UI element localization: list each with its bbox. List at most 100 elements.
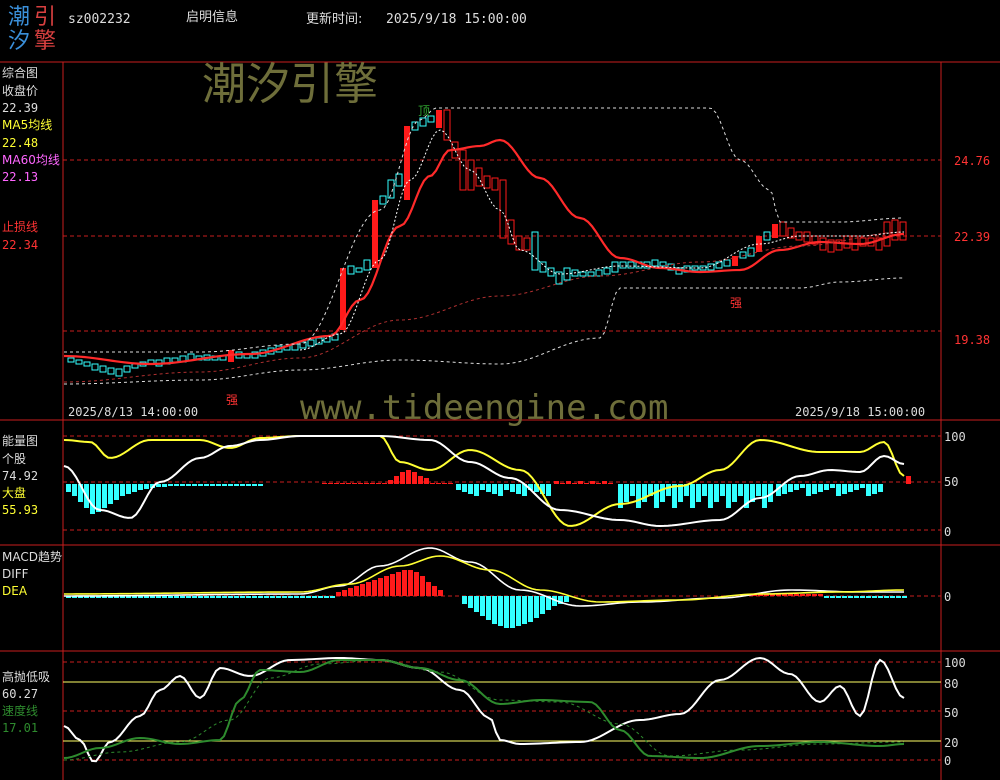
energy-bar-blue bbox=[708, 484, 713, 508]
candle-hollow bbox=[475, 167, 483, 187]
macd-bar-red bbox=[402, 570, 407, 596]
energy-bar-blue bbox=[216, 484, 221, 486]
macd-bar-blue bbox=[282, 596, 287, 598]
macd-bar-small bbox=[800, 594, 805, 596]
energy-bar-red bbox=[584, 483, 589, 484]
candle-hollow bbox=[819, 237, 827, 251]
energy-bar-blue bbox=[666, 484, 671, 496]
macd-bar-small bbox=[854, 596, 859, 598]
candle-up bbox=[436, 110, 442, 128]
energy-bar-blue bbox=[234, 484, 239, 486]
macd-bar-blue bbox=[318, 596, 323, 598]
energy-bar-blue bbox=[66, 484, 71, 492]
energy-axis-label: 100 bbox=[944, 430, 966, 444]
energy-bar-blue bbox=[222, 484, 227, 486]
macd-bar-red bbox=[384, 576, 389, 596]
url-watermark: www.tideengine.com bbox=[300, 388, 669, 428]
macd-bar-red bbox=[372, 580, 377, 596]
macd-bar-blue bbox=[312, 596, 317, 598]
energy-bar-blue bbox=[860, 484, 865, 488]
energy-bar-blue bbox=[186, 484, 191, 486]
energy-bar-blue bbox=[696, 484, 701, 502]
energy-bar-blue bbox=[96, 484, 101, 512]
energy-bar-blue bbox=[138, 484, 143, 490]
energy-bar-red bbox=[412, 472, 417, 484]
macd-bar-blue bbox=[174, 596, 179, 598]
candle-down bbox=[363, 259, 371, 271]
macd-bar-blue bbox=[192, 596, 197, 598]
macd-bar-small bbox=[842, 596, 847, 598]
energy-bar-blue bbox=[854, 484, 859, 490]
energy-bar-red bbox=[352, 483, 357, 484]
energy-bar-red bbox=[322, 483, 327, 484]
candle-down bbox=[307, 339, 315, 347]
hilo-value: 60.27 bbox=[2, 687, 39, 701]
candle-hollow bbox=[803, 231, 811, 243]
energy-bar-blue bbox=[690, 484, 695, 508]
macd-bar-blue bbox=[210, 596, 215, 598]
energy-axis-label: 50 bbox=[944, 475, 959, 489]
logo-char: 潮 bbox=[8, 5, 31, 30]
energy-bar-red bbox=[596, 483, 601, 484]
macd-bar-small bbox=[878, 596, 883, 598]
energy-bar-blue bbox=[474, 484, 479, 496]
energy-bar-blue bbox=[872, 484, 877, 494]
energy-bar-red bbox=[340, 483, 345, 484]
stoploss-value: 22.34 bbox=[2, 238, 39, 252]
energy-bar-blue bbox=[812, 484, 817, 494]
energy-bar-blue bbox=[162, 484, 167, 487]
energy-bar-blue bbox=[756, 484, 761, 496]
candle-down bbox=[603, 267, 611, 275]
logo-char: 擎 bbox=[34, 29, 57, 54]
macd-bar-small bbox=[794, 594, 799, 596]
macd-bar-blue bbox=[324, 596, 329, 598]
energy-bar-red bbox=[560, 483, 565, 484]
macd-bar-blue bbox=[144, 596, 149, 598]
macd-bar-blue bbox=[234, 596, 239, 598]
macd-bar-blue bbox=[474, 596, 479, 612]
macd-bar-blue bbox=[504, 596, 509, 628]
stock-energy-line bbox=[63, 435, 905, 528]
macd-bar-red bbox=[348, 588, 353, 596]
energy-bar-blue bbox=[806, 484, 811, 496]
energy-bar-blue bbox=[174, 484, 179, 486]
energy-bar-red bbox=[364, 483, 369, 484]
energy-bar-blue bbox=[258, 484, 263, 486]
energy-bar-blue bbox=[492, 484, 497, 494]
macd-bar-small bbox=[806, 594, 811, 596]
logo-char: 汐 bbox=[8, 29, 31, 54]
candle-down bbox=[619, 261, 627, 269]
ma5-label: MA5均线 bbox=[2, 118, 53, 132]
ma5-value: 22.48 bbox=[2, 136, 39, 150]
logo-char: 引 bbox=[34, 5, 57, 30]
candle-down bbox=[651, 259, 659, 267]
energy-bar-blue bbox=[836, 484, 841, 496]
candle-down bbox=[747, 247, 755, 257]
energy-bar-red bbox=[566, 481, 571, 484]
stoploss-label: 止损线 bbox=[2, 220, 39, 234]
candle-down bbox=[715, 261, 723, 269]
energy-bar-blue bbox=[800, 484, 805, 488]
macd-bar-blue bbox=[510, 596, 515, 628]
energy-bar-blue bbox=[732, 484, 737, 502]
macd-axis-label: 0 bbox=[944, 590, 952, 604]
macd-bar-small bbox=[836, 596, 841, 598]
energy-bar-red bbox=[388, 480, 393, 484]
macd-bar-blue bbox=[180, 596, 185, 598]
energy-bar-blue bbox=[144, 484, 149, 489]
energy-bar-blue bbox=[824, 484, 829, 490]
ma60-value: 22.13 bbox=[2, 170, 39, 184]
energy-bar-red bbox=[906, 476, 911, 484]
ma60-line bbox=[63, 138, 905, 366]
candle-down bbox=[723, 259, 731, 267]
macd-bar-blue bbox=[168, 596, 173, 598]
macd-bar-small bbox=[884, 596, 889, 598]
energy-bar-blue bbox=[842, 484, 847, 494]
energy-bar-red bbox=[424, 478, 429, 484]
candle-hollow bbox=[891, 219, 899, 241]
energy-bar-blue bbox=[510, 484, 515, 492]
main-title: 综合图 bbox=[2, 66, 39, 80]
energy-bar-blue bbox=[102, 484, 107, 508]
energy-bar-blue bbox=[714, 484, 719, 502]
macd-bar-blue bbox=[462, 596, 467, 604]
